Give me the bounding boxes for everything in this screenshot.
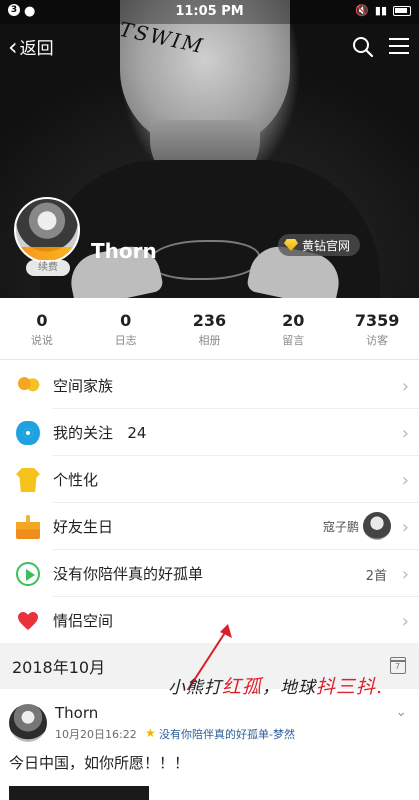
menu-item-personalize[interactable]: 个性化 › bbox=[0, 456, 419, 503]
post-music-link[interactable]: 没有你陪伴真的好孤单-梦然 bbox=[159, 726, 295, 742]
back-label: 返回 bbox=[19, 39, 54, 59]
battery-icon bbox=[393, 5, 411, 16]
star-icon: ★ bbox=[145, 726, 156, 740]
stat-visitors[interactable]: 7359 访客 bbox=[335, 298, 419, 359]
top-navigation: ‹ 返回 bbox=[0, 30, 419, 66]
cover-print bbox=[150, 240, 260, 280]
cake-icon bbox=[16, 515, 40, 539]
stat-label: 访客 bbox=[366, 334, 389, 347]
profile-avatar[interactable] bbox=[14, 197, 80, 263]
eye-icon bbox=[16, 421, 40, 445]
status-right: 🔇 ▮▮ bbox=[355, 4, 411, 17]
stat-label: 说说 bbox=[30, 334, 53, 347]
feed-post[interactable]: Thorn 10月20日16:22 ★ 没有你陪伴真的好孤单-梦然 ⌄ 今日中国… bbox=[0, 690, 419, 800]
menu-item-birthdays[interactable]: 好友生日 寇子鹏 › bbox=[0, 503, 419, 550]
menu-item-label: 空间家族 bbox=[53, 377, 114, 395]
shirt-icon bbox=[16, 468, 40, 492]
search-icon bbox=[353, 37, 374, 58]
menu-item-label: 我的关注 24 bbox=[53, 422, 146, 443]
menu-item-label: 个性化 bbox=[53, 471, 99, 489]
menu-button[interactable] bbox=[389, 38, 409, 56]
month-label: 2018年10月 bbox=[12, 658, 106, 677]
watermark-part: 小熊打 bbox=[168, 678, 222, 698]
watermark-part: . bbox=[376, 676, 384, 698]
chevron-right-icon: › bbox=[401, 517, 409, 538]
search-button[interactable] bbox=[352, 36, 374, 58]
watermark-text: 小熊打红孤，地球抖三抖. bbox=[168, 672, 383, 699]
chevron-left-icon: ‹ bbox=[8, 32, 18, 61]
watermark-part: 抖三抖 bbox=[316, 676, 377, 698]
chevron-right-icon: › bbox=[401, 470, 409, 491]
chevron-right-icon: › bbox=[401, 611, 409, 632]
post-text: 今日中国，如你所愿！！！ bbox=[9, 754, 190, 772]
vip-ring bbox=[16, 247, 78, 261]
menu-item-music[interactable]: 没有你陪伴真的好孤单 2首 › bbox=[0, 550, 419, 597]
play-icon bbox=[16, 562, 40, 586]
song-count: 2首 bbox=[365, 569, 387, 584]
post-image[interactable] bbox=[9, 786, 149, 800]
feature-menu: 空间家族 › 我的关注 24 › 个性化 › 好友生日 寇子鹏 › 没有你陪伴真… bbox=[0, 362, 419, 644]
calendar-icon[interactable]: 7 bbox=[390, 657, 406, 674]
following-count: 24 bbox=[127, 424, 147, 442]
chevron-down-icon[interactable]: ⌄ bbox=[395, 704, 407, 720]
renew-badge[interactable]: 续费 bbox=[26, 260, 70, 276]
post-time: 10月20日16:22 bbox=[55, 728, 137, 741]
family-icon bbox=[16, 374, 40, 398]
stat-value: 7359 bbox=[354, 311, 400, 330]
stat-value: 236 bbox=[192, 311, 227, 330]
profile-name: Thorn bbox=[91, 239, 157, 263]
watermark-part: ，地球 bbox=[262, 678, 317, 698]
menu-item-label: 好友生日 bbox=[53, 518, 114, 536]
stats-bar: 0 说说 0 日志 236 相册 20 留言 7359 访客 bbox=[0, 298, 419, 360]
heart-shape bbox=[18, 612, 38, 630]
stat-album[interactable]: 236 相册 bbox=[168, 298, 252, 359]
chevron-right-icon: › bbox=[401, 564, 409, 585]
menu-item-following[interactable]: 我的关注 24 › bbox=[0, 409, 419, 456]
profile-page: TSWIM 3 ● 11:05 PM 🔇 ▮▮ ‹ 返回 续费 Thorn 黄钻… bbox=[0, 0, 419, 800]
vip-label: 黄钻官网 bbox=[302, 238, 351, 253]
friend-name: 寇子鹏 bbox=[322, 520, 359, 534]
following-label: 我的关注 bbox=[53, 424, 114, 442]
stat-label: 留言 bbox=[282, 334, 305, 347]
menu-item-label: 情侣空间 bbox=[53, 612, 114, 630]
mute-icon: 🔇 bbox=[355, 4, 369, 17]
stat-label: 日志 bbox=[114, 334, 137, 347]
stat-messages[interactable]: 20 留言 bbox=[251, 298, 335, 359]
stat-value: 0 bbox=[36, 311, 48, 330]
post-avatar[interactable] bbox=[9, 704, 47, 742]
hamburger-icon bbox=[389, 38, 409, 40]
friend-avatar bbox=[363, 512, 391, 540]
status-bar: 3 ● 11:05 PM 🔇 ▮▮ bbox=[0, 0, 419, 24]
stat-value: 0 bbox=[120, 311, 132, 330]
stat-value: 20 bbox=[282, 311, 305, 330]
back-button[interactable]: ‹ 返回 bbox=[8, 32, 54, 61]
heart-icon bbox=[16, 609, 40, 633]
stat-blog[interactable]: 0 日志 bbox=[84, 298, 168, 359]
stat-label: 相册 bbox=[198, 334, 221, 347]
menu-item-label: 没有你陪伴真的好孤单 bbox=[53, 565, 204, 583]
chevron-right-icon: › bbox=[401, 423, 409, 444]
chevron-right-icon: › bbox=[401, 376, 409, 397]
calendar-day: 7 bbox=[395, 662, 401, 671]
diamond-icon bbox=[284, 239, 298, 251]
signal-icon: ▮▮ bbox=[374, 4, 387, 17]
watermark-part: 红孤 bbox=[222, 676, 263, 698]
menu-item-family[interactable]: 空间家族 › bbox=[0, 362, 419, 409]
post-author[interactable]: Thorn bbox=[55, 704, 98, 722]
stat-shuoshuo[interactable]: 0 说说 bbox=[0, 298, 84, 359]
vip-website-button[interactable]: 黄钻官网 bbox=[278, 234, 361, 256]
